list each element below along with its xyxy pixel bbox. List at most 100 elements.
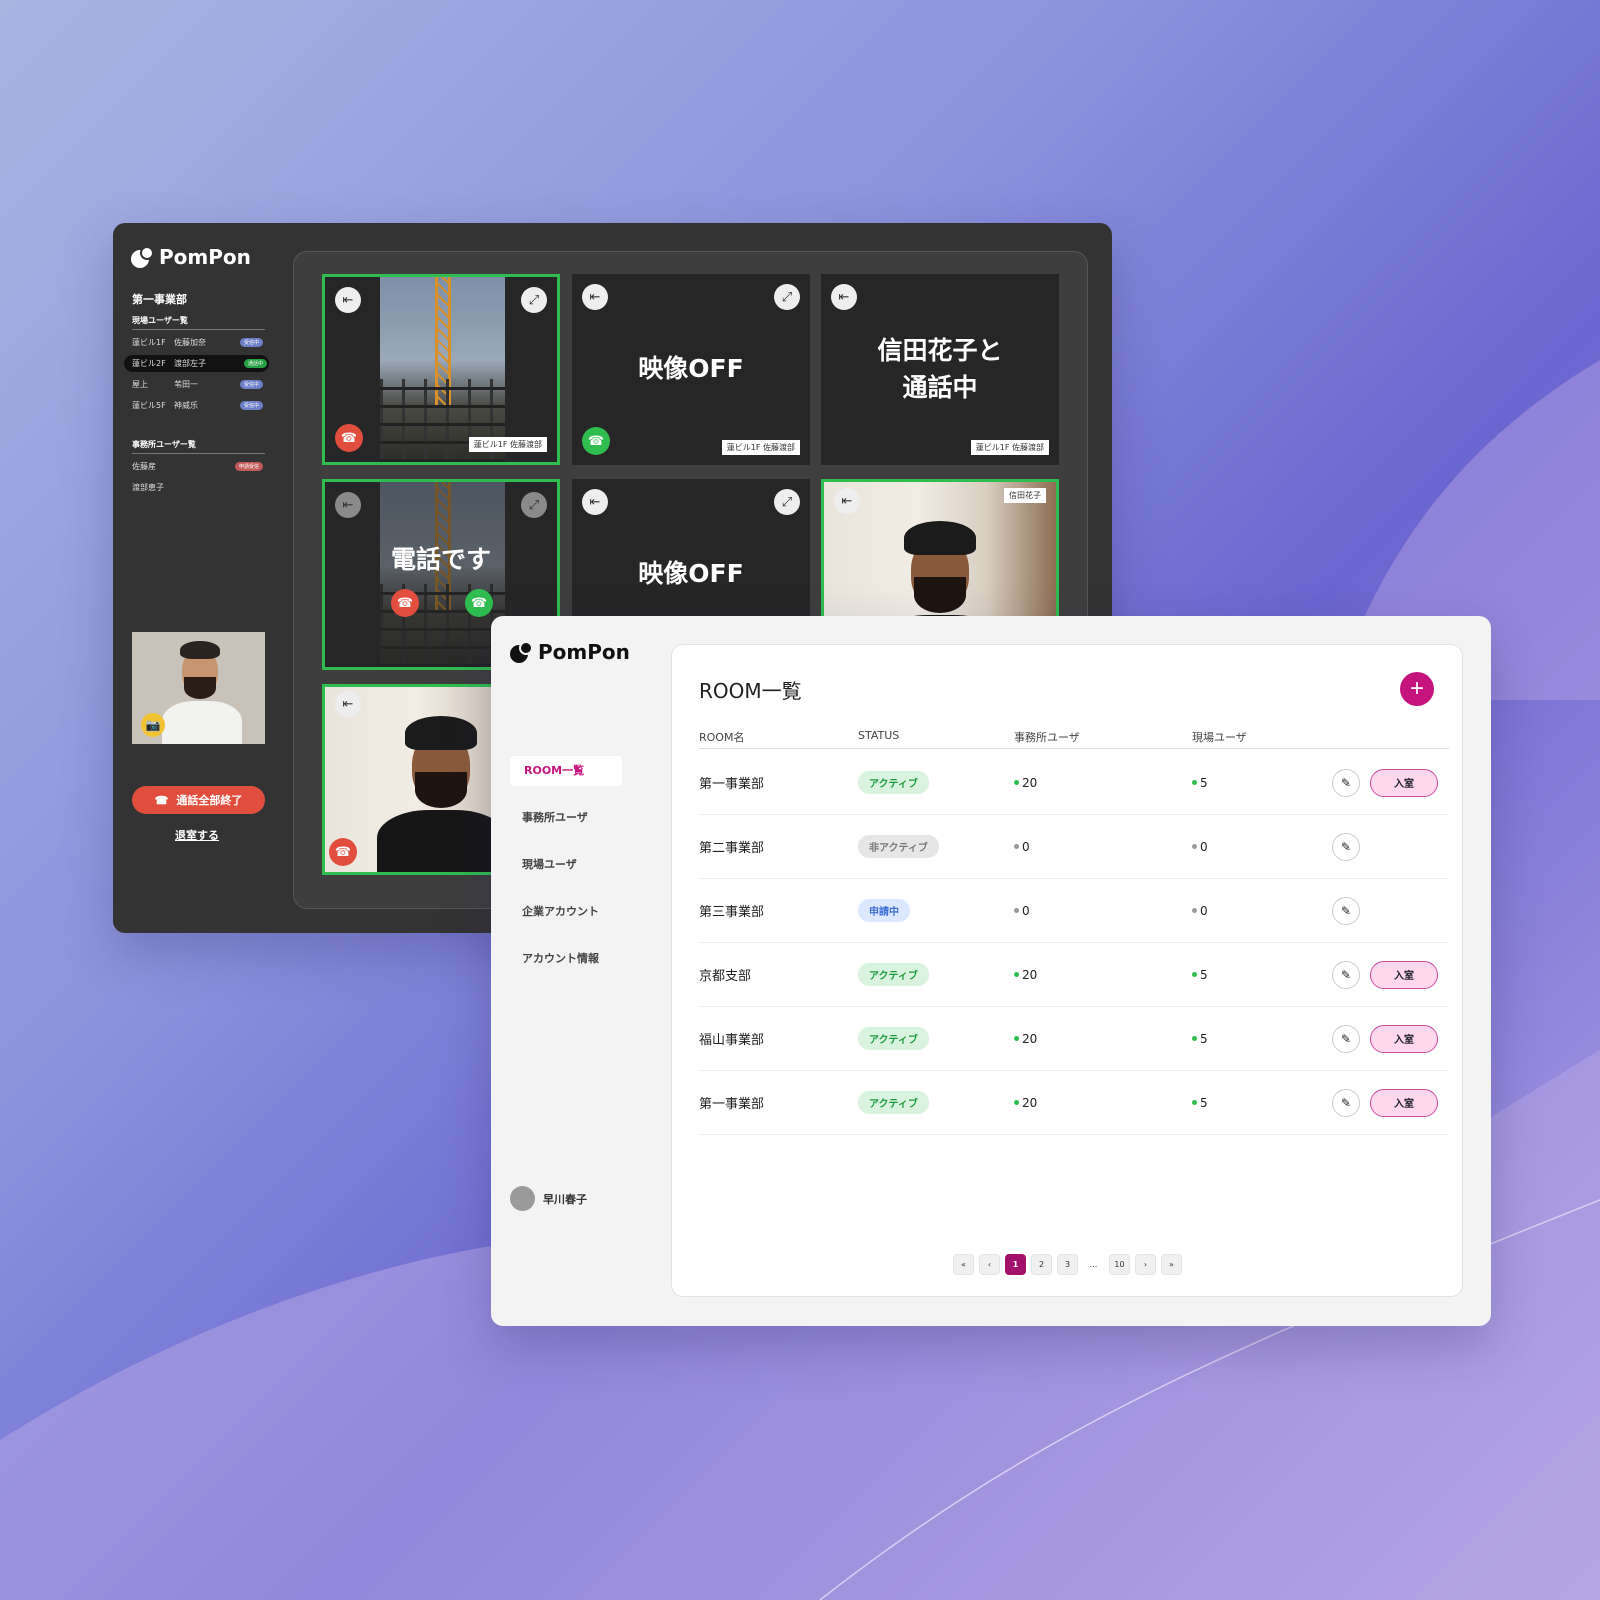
page-first-button[interactable]: «	[953, 1254, 974, 1275]
logo-icon	[131, 246, 155, 268]
current-user-name: 早川春子	[543, 1192, 587, 1206]
room-name: 京都支部	[699, 969, 752, 984]
office-count: 0	[1022, 903, 1030, 918]
tile-user-label: 蓮ビル1F 佐藤渡部	[721, 440, 800, 455]
leave-room-link[interactable]: 退室する	[175, 827, 219, 843]
video-tile[interactable]: ⇤ 信田花子と 通話中 蓮ビル1F 佐藤渡部	[821, 274, 1059, 465]
user-location: 蓮ビル5F	[132, 401, 166, 410]
user-location: 蓮ビル2F	[132, 359, 166, 368]
status-dot	[1192, 780, 1197, 785]
column-header: STATUS	[858, 729, 900, 742]
status-badge: アクティブ	[858, 963, 929, 986]
site-user-row[interactable]: 蓮ビル1F 佐藤加奈 受信中	[132, 334, 265, 351]
column-header: 現場ユーザ	[1192, 731, 1247, 744]
site-count: 5	[1200, 1095, 1208, 1110]
self-person	[162, 637, 242, 744]
side-nav: ROOM一覧 事務所ユーザ 現場ユーザ 企業アカウント アカウント情報	[510, 756, 622, 991]
status-dot	[1192, 1036, 1197, 1041]
user-location: 蓮ビル1F	[132, 338, 166, 347]
column-header: 事務所ユーザ	[1014, 731, 1080, 744]
leave-icon[interactable]: ⇤	[335, 287, 361, 313]
phone-icon[interactable]: ☎	[582, 427, 610, 455]
nav-item-company-accounts[interactable]: 企業アカウント	[510, 897, 622, 927]
logo-icon	[510, 641, 534, 663]
enter-room-button[interactable]: 入室	[1370, 768, 1438, 797]
office-count: 0	[1022, 839, 1030, 854]
table-header: ROOM名 STATUS 事務所ユーザ 現場ユーザ	[699, 729, 1449, 749]
office-user-row[interactable]: 佐藤産 申請受信	[132, 458, 265, 475]
status-badge: 受信中	[239, 401, 263, 410]
site-user-row[interactable]: 屋上 苇田一 受信中	[132, 376, 265, 393]
page-button[interactable]: 3	[1057, 1254, 1078, 1275]
status-badge: アクティブ	[858, 1027, 929, 1050]
room-name: 第一事業部	[699, 1097, 765, 1112]
pencil-icon[interactable]: ✎	[1332, 960, 1360, 989]
end-all-calls-button[interactable]: ☎ 通話全部終了	[132, 786, 265, 814]
phone-icon[interactable]: ☎	[465, 589, 493, 617]
video-tile[interactable]: ⇤ ⤢ 映像OFF ☎ 蓮ビル1F 佐藤渡部	[572, 274, 810, 465]
room-list-card: ROOM一覧 + ROOM名 STATUS 事務所ユーザ 現場ユーザ 第一事業部…	[671, 644, 1463, 1297]
nav-item-account-info[interactable]: アカウント情報	[510, 944, 622, 974]
nav-item-rooms[interactable]: ROOM一覧	[510, 756, 622, 786]
hangup-icon[interactable]: ☎	[391, 589, 419, 617]
camera-icon[interactable]: 📷	[141, 713, 165, 737]
pencil-icon[interactable]: ✎	[1332, 1024, 1360, 1053]
tile-user-label: 信田花子	[1004, 488, 1046, 503]
enter-room-button[interactable]: 入室	[1370, 1088, 1438, 1117]
pencil-icon[interactable]: ✎	[1332, 832, 1360, 861]
pencil-icon[interactable]: ✎	[1332, 896, 1360, 925]
status-dot	[1014, 972, 1019, 977]
status-dot	[1014, 844, 1019, 849]
page-button[interactable]: 10	[1109, 1254, 1130, 1275]
site-count: 5	[1200, 967, 1208, 982]
brand-name: PomPon	[159, 245, 251, 269]
add-room-button[interactable]: +	[1400, 672, 1434, 706]
hangup-icon[interactable]: ☎	[335, 424, 363, 452]
column-header: ROOM名	[699, 731, 745, 744]
expand-icon[interactable]: ⤢	[521, 287, 547, 313]
site-count: 0	[1200, 839, 1208, 854]
leave-icon[interactable]: ⇤	[335, 691, 361, 717]
site-users-heading: 現場ユーザー覧	[132, 315, 265, 330]
current-user[interactable]: 早川春子	[510, 1186, 587, 1211]
construction-video	[380, 277, 505, 462]
user-name: 苇田一	[174, 380, 198, 389]
room-name: 第三事業部	[699, 905, 765, 920]
status-badge: 申請中	[858, 899, 910, 922]
status-badge: 通話中	[243, 359, 267, 368]
enter-room-button[interactable]: 入室	[1370, 960, 1438, 989]
hangup-icon: ☎	[154, 794, 169, 807]
video-tile[interactable]: ⇤ ⤢ ☎ 蓮ビル1F 佐藤渡部	[322, 274, 560, 465]
status-dot	[1014, 908, 1019, 913]
page-prev-button[interactable]: ‹	[979, 1254, 1000, 1275]
leave-icon[interactable]: ⇤	[834, 488, 860, 514]
site-user-row[interactable]: 蓮ビル5F 神威乐 受信中	[132, 397, 265, 414]
nav-item-site-users[interactable]: 現場ユーザ	[510, 850, 622, 880]
user-name: 渡部左子	[174, 359, 206, 368]
brand-logo: PomPon	[131, 245, 251, 269]
page-last-button[interactable]: »	[1161, 1254, 1182, 1275]
nav-item-office-users[interactable]: 事務所ユーザ	[510, 803, 622, 833]
user-name: 神威乐	[174, 401, 198, 410]
user-name: 佐藤加奈	[174, 338, 206, 347]
enter-room-button[interactable]: 入室	[1370, 1024, 1438, 1053]
status-dot	[1192, 1100, 1197, 1105]
table-row: 第二事業部 非アクティブ 0 0 ✎	[699, 815, 1449, 879]
remote-person	[377, 702, 507, 872]
pagination: « ‹ 1 2 3 ... 10 › »	[953, 1254, 1182, 1275]
pencil-icon[interactable]: ✎	[1332, 1088, 1360, 1117]
avatar	[510, 1186, 535, 1211]
tile-user-label: 蓮ビル1F 佐藤渡部	[970, 440, 1049, 455]
user-location: 屋上	[132, 380, 148, 389]
pencil-icon[interactable]: ✎	[1332, 768, 1360, 797]
page-button[interactable]: 1	[1005, 1254, 1026, 1275]
hangup-icon[interactable]: ☎	[329, 838, 357, 866]
page-next-button[interactable]: ›	[1135, 1254, 1156, 1275]
office-count: 20	[1022, 967, 1038, 982]
page-button[interactable]: 2	[1031, 1254, 1052, 1275]
status-dot	[1014, 1036, 1019, 1041]
site-user-row[interactable]: 蓮ビル2F 渡部左子 通話中	[124, 355, 269, 372]
office-users-heading: 事務所ユーザー覧	[132, 439, 265, 454]
status-dot	[1192, 972, 1197, 977]
office-user-row[interactable]: 渡部恵子	[132, 479, 265, 496]
